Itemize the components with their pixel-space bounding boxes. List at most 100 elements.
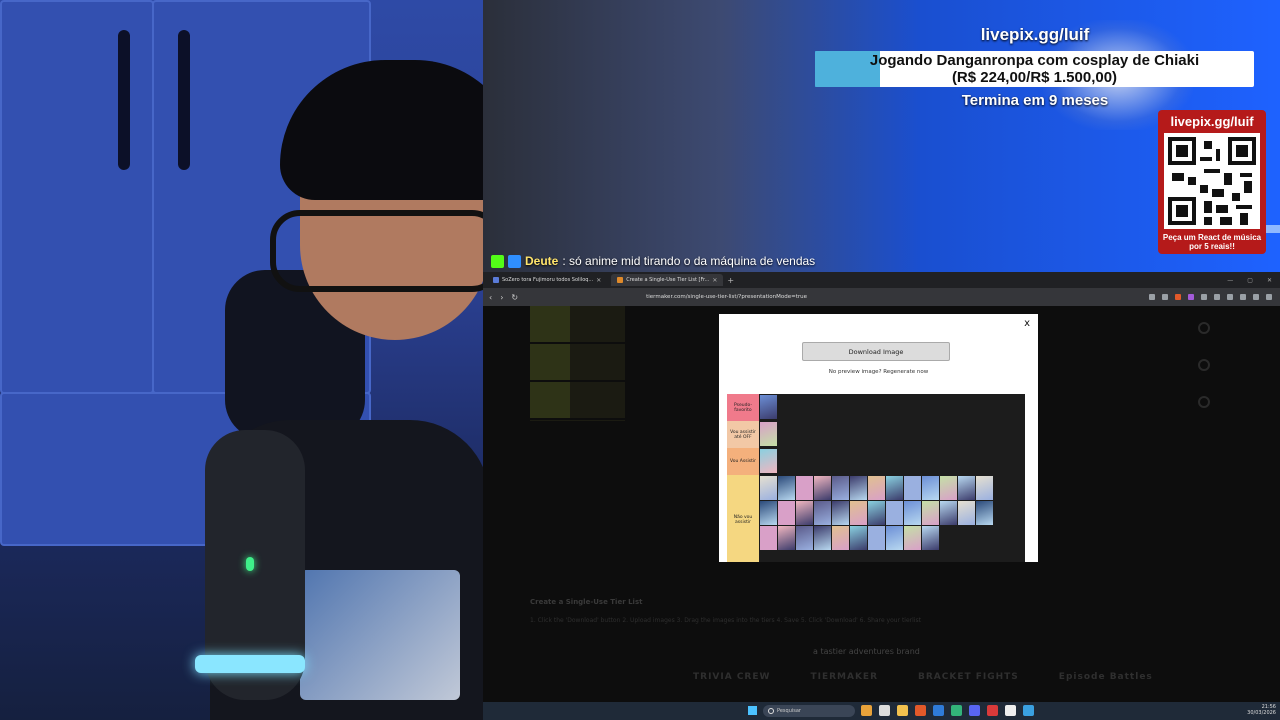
tier-items (760, 476, 1005, 550)
mic-status-led (246, 557, 254, 571)
app-icon[interactable] (987, 705, 998, 716)
task-view-icon[interactable] (879, 705, 890, 716)
anime-thumbnail[interactable] (886, 501, 903, 525)
anime-thumbnail[interactable] (976, 476, 993, 500)
anime-thumbnail[interactable] (778, 526, 795, 550)
brand-trivia-crew[interactable]: TRIVIA CREW (693, 672, 770, 682)
brand-tiermaker[interactable]: TIERMAKER (810, 672, 878, 682)
url-field[interactable]: tiermaker.com/single-use-tier-list/?pres… (646, 294, 807, 300)
anime-thumbnail[interactable] (832, 501, 849, 525)
anime-thumbnail[interactable] (760, 501, 777, 525)
goal-title: Jogando Danganronpa com cosplay de Chiak… (869, 52, 1200, 69)
anime-thumbnail[interactable] (760, 395, 777, 419)
anime-thumbnail[interactable] (850, 526, 867, 550)
anime-thumbnail[interactable] (760, 476, 777, 500)
tab-bar: SoZero tora Fujimoru todos Soliloq... ✕ … (483, 272, 1280, 288)
close-icon[interactable]: ✕ (712, 277, 717, 284)
anime-thumbnail[interactable] (922, 476, 939, 500)
anime-thumbnail[interactable] (760, 526, 777, 550)
app-icon[interactable] (951, 705, 962, 716)
maximize-icon[interactable]: ▢ (1247, 277, 1253, 284)
download-image-button[interactable]: Download Image (802, 342, 950, 361)
brave-browser-icon[interactable] (915, 705, 926, 716)
anime-thumbnail[interactable] (814, 476, 831, 500)
anime-thumbnail[interactable] (904, 501, 921, 525)
back-icon[interactable]: ‹ (489, 293, 492, 302)
regenerate-link[interactable]: No preview image? Regenerate now (719, 369, 1038, 375)
anime-thumbnail[interactable] (868, 476, 885, 500)
anime-thumbnail[interactable] (850, 476, 867, 500)
share-icon[interactable] (1162, 294, 1168, 300)
forward-icon[interactable]: › (500, 293, 503, 302)
menu-icon[interactable] (1266, 294, 1272, 300)
close-icon[interactable]: x (1024, 318, 1030, 329)
translate-icon[interactable] (1149, 294, 1155, 300)
anime-thumbnail[interactable] (832, 476, 849, 500)
app-icon[interactable] (933, 705, 944, 716)
taskbar-search[interactable]: Pesquisar (763, 705, 855, 717)
window-close-icon[interactable]: ✕ (1267, 277, 1272, 284)
taskbar-apps (861, 705, 1034, 716)
obs-icon[interactable] (1005, 705, 1016, 716)
anime-thumbnail[interactable] (760, 422, 777, 446)
gear-icon[interactable] (1198, 359, 1210, 371)
anime-thumbnail[interactable] (940, 476, 957, 500)
tab-tiermaker[interactable]: Create a Single-Use Tier List [Fr... ✕ (611, 274, 724, 286)
goal-progress: (R$ 224,00/R$ 1.500,00) (951, 69, 1118, 86)
anime-thumbnail[interactable] (778, 476, 795, 500)
anime-thumbnail[interactable] (814, 501, 831, 525)
anime-thumbnail[interactable] (886, 526, 903, 550)
system-clock[interactable]: 21:56 30/03/2026 (1247, 704, 1276, 716)
windows-start-icon[interactable] (748, 706, 757, 715)
rewards-icon[interactable] (1188, 294, 1194, 300)
discord-icon[interactable] (969, 705, 980, 716)
download-modal: x Download Image No preview image? Regen… (719, 314, 1038, 562)
anime-thumbnail[interactable] (922, 526, 939, 550)
anime-thumbnail[interactable] (886, 476, 903, 500)
download-icon[interactable] (1227, 294, 1233, 300)
file-explorer-icon[interactable] (897, 705, 908, 716)
taskbar: Pesquisar 21:56 30/03/2026 (483, 702, 1280, 720)
sidebar-icon[interactable] (1214, 294, 1220, 300)
anime-thumbnail[interactable] (976, 501, 993, 525)
brand-logos: TRIVIA CREW TIERMAKER BRACKET FIGHTS Epi… (693, 672, 1153, 682)
app-icon[interactable] (1023, 705, 1034, 716)
vpn-icon[interactable] (1253, 294, 1259, 300)
anime-thumbnail[interactable] (760, 449, 777, 473)
brand-bracket-fights[interactable]: BRACKET FIGHTS (918, 672, 1019, 682)
wallet-icon[interactable] (1240, 294, 1246, 300)
brand-episode-battles[interactable]: Episode Battles (1059, 672, 1153, 682)
shirt-print (300, 570, 460, 700)
brand-line: a tastier adventures brand (813, 647, 920, 656)
anime-thumbnail[interactable] (958, 476, 975, 500)
anime-thumbnail[interactable] (922, 501, 939, 525)
anime-thumbnail[interactable] (850, 501, 867, 525)
subscriber-badge-icon (508, 254, 521, 268)
cabinet-handle (118, 30, 130, 170)
goal-ends: Termina em 9 meses (961, 92, 1109, 109)
anime-thumbnail[interactable] (796, 476, 813, 500)
gear-icon[interactable] (1198, 396, 1210, 408)
anime-thumbnail[interactable] (814, 526, 831, 550)
reload-icon[interactable]: ↻ (511, 293, 518, 302)
anime-thumbnail[interactable] (958, 501, 975, 525)
minimize-icon[interactable]: — (1227, 277, 1233, 284)
anime-thumbnail[interactable] (778, 501, 795, 525)
tab-soliloq[interactable]: SoZero tora Fujimoru todos Soliloq... ✕ (487, 274, 607, 286)
anime-thumbnail[interactable] (940, 501, 957, 525)
anime-thumbnail[interactable] (904, 476, 921, 500)
close-icon[interactable]: ✕ (596, 277, 601, 284)
tier-row: Não vou assistir (727, 475, 1025, 562)
anime-thumbnail[interactable] (832, 526, 849, 550)
widget-icon[interactable] (861, 705, 872, 716)
anime-thumbnail[interactable] (796, 501, 813, 525)
anime-thumbnail[interactable] (868, 526, 885, 550)
brave-shield-icon[interactable] (1175, 294, 1181, 300)
anime-thumbnail[interactable] (796, 526, 813, 550)
anime-thumbnail[interactable] (868, 501, 885, 525)
chat-username: Deute (525, 254, 559, 268)
extensions-icon[interactable] (1201, 294, 1207, 300)
new-tab-icon[interactable]: + (727, 276, 734, 285)
gear-icon[interactable] (1198, 322, 1210, 334)
anime-thumbnail[interactable] (904, 526, 921, 550)
